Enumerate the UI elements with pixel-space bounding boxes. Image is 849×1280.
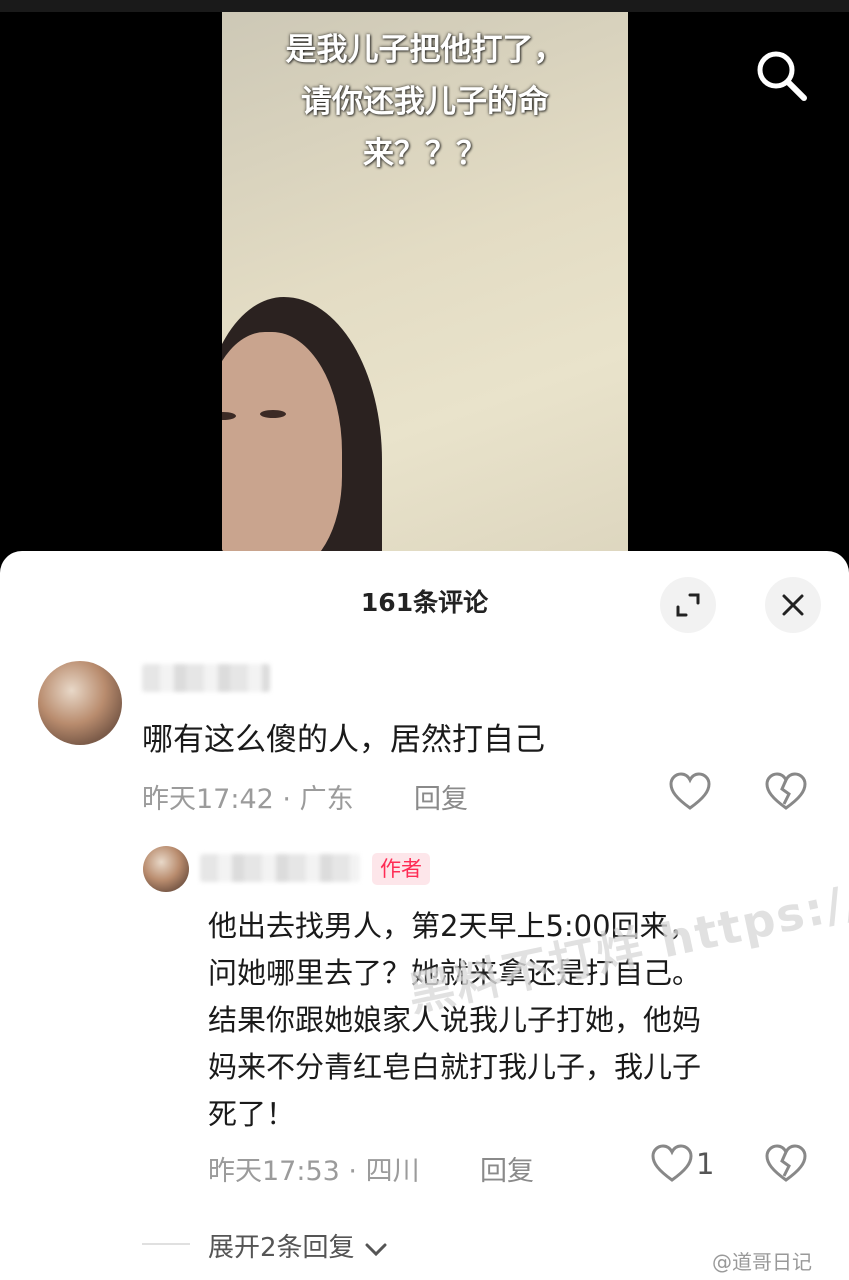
eye <box>260 410 286 418</box>
commenter-avatar[interactable] <box>38 661 122 745</box>
reply-text: 他出去找男人，第2天早上5:00回来， 问她哪里去了？她就来拿还是打自己。 结果… <box>208 903 701 1138</box>
comment-time: 昨天17:42 <box>142 784 274 815</box>
caption-line: 是我儿子把他打了， <box>285 32 565 68</box>
comments-count-title: 161条评论 <box>360 588 489 617</box>
close-button[interactable] <box>765 577 821 633</box>
meta-separator: · <box>282 784 300 815</box>
comments-sheet: 161条评论 哪有这么傻的人，居然打自己 昨天17:42 · 广东 回复 作者 … <box>0 551 849 1280</box>
reply-time: 昨天17:53 <box>208 1156 340 1187</box>
reply-like-heart-icon[interactable] <box>650 1144 694 1184</box>
status-strip <box>0 0 849 12</box>
caption-line: 请你还我儿子的命 <box>301 84 549 120</box>
meta-separator: · <box>348 1156 366 1187</box>
expand-button[interactable] <box>660 577 716 633</box>
comment-meta: 昨天17:42 · 广东 <box>142 777 354 816</box>
expand-icon <box>676 593 700 617</box>
reply-text-line: 问她哪里去了？她就来拿还是打自己。 <box>208 956 702 990</box>
video-caption: 是我儿子把他打了， 请你还我儿子的命 来？？？ <box>230 24 620 180</box>
expand-divider <box>142 1243 190 1245</box>
dislike-broken-heart-icon[interactable] <box>764 772 808 812</box>
caption-line: 来？？？ <box>363 136 487 172</box>
reply-button[interactable]: 回复 <box>414 777 468 816</box>
close-icon <box>782 594 804 616</box>
eye <box>222 412 236 420</box>
commenter-username-blurred[interactable] <box>142 664 270 692</box>
search-button[interactable] <box>752 46 810 104</box>
author-avatar[interactable] <box>143 846 189 892</box>
reply-text-line: 结果你跟她娘家人说我儿子打她，他妈 <box>208 1003 702 1037</box>
search-icon <box>757 51 807 101</box>
like-heart-icon[interactable] <box>668 772 712 812</box>
expand-replies-button[interactable]: 展开2条回复 <box>208 1227 389 1264</box>
comment-text: 哪有这么傻的人，居然打自己 <box>142 722 545 758</box>
reply-text-line: 妈来不分青红皂白就打我儿子，我儿子 <box>208 1050 702 1084</box>
reply-dislike-broken-heart-icon[interactable] <box>764 1144 808 1184</box>
weibo-attribution: @道哥日记 <box>712 1250 812 1274</box>
expand-replies-label: 展开2条回复 <box>208 1233 355 1263</box>
reply-text-line: 死了！ <box>208 1097 296 1131</box>
chevron-down-icon <box>365 1243 387 1256</box>
reply-like-count: 1 <box>696 1147 715 1181</box>
reply-text-line: 他出去找男人，第2天早上5:00回来， <box>208 909 698 943</box>
reply-location: 四川 <box>365 1156 420 1187</box>
author-badge: 作者 <box>372 853 430 885</box>
comment-location: 广东 <box>299 784 354 815</box>
author-username-blurred[interactable] <box>200 854 360 882</box>
reply-reply-button[interactable]: 回复 <box>480 1149 534 1188</box>
reply-meta: 昨天17:53 · 四川 <box>208 1149 420 1188</box>
